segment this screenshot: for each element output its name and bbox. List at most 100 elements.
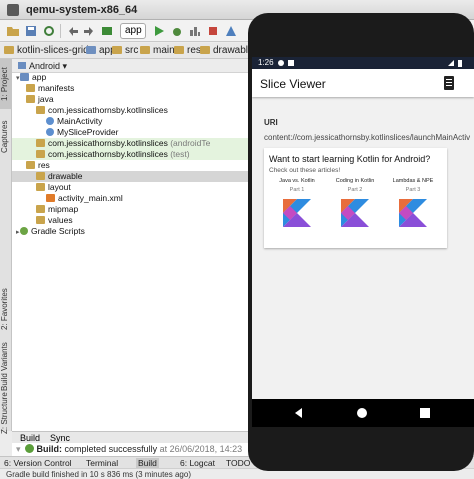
tab-structure[interactable]: Z: Structure — [0, 392, 12, 434]
grid-cell-3[interactable]: Lambdas & NPE Part 3 — [388, 178, 438, 232]
tab-project[interactable]: 1: Project — [0, 59, 12, 109]
run-icon[interactable] — [152, 24, 166, 38]
grid-cell-2[interactable]: Coding in Kotlin Part 2 — [330, 178, 380, 232]
run-configuration-select[interactable]: app — [120, 23, 146, 39]
tree-item-layout[interactable]: ▾layout — [12, 182, 262, 193]
tree-item-gradle-scripts[interactable]: ▸ Gradle Scripts — [12, 226, 262, 237]
recents-icon[interactable] — [420, 408, 430, 418]
tab-build-variants[interactable]: Build Variants — [0, 339, 12, 394]
class-icon — [46, 128, 54, 136]
tree-item-mipmap[interactable]: ▸mipmap — [12, 204, 262, 215]
make-project-icon[interactable] — [100, 24, 114, 38]
battery-icon — [458, 60, 462, 67]
status-text: Gradle build finished in 10 s 836 ms (3 … — [6, 470, 191, 479]
folder-icon — [200, 46, 210, 54]
folder-icon — [140, 46, 150, 54]
qemu-app-icon — [7, 4, 19, 16]
class-icon — [46, 117, 54, 125]
android-nav-bar — [252, 399, 474, 427]
breadcrumb-item-project[interactable]: kotlin-slices-grid — [4, 45, 89, 56]
tab-captures[interactable]: Captures — [0, 114, 12, 159]
uri-label: URI — [264, 118, 278, 127]
tree-item-values[interactable]: ▸values — [12, 215, 262, 226]
folder-icon — [26, 84, 35, 92]
tool-version-control[interactable]: 6: Version Control — [4, 458, 72, 468]
success-check-icon — [24, 444, 34, 453]
tab-favorites[interactable]: 2: Favorites — [0, 284, 12, 334]
folder-icon — [36, 172, 45, 180]
emulator-screen[interactable]: 1:26 Slice Viewer URI content://com.jess… — [252, 57, 474, 427]
profile-icon[interactable] — [188, 24, 202, 38]
folder-icon — [26, 95, 35, 103]
cell-part: Part 2 — [347, 187, 363, 193]
tree-item-package-test[interactable]: ▸com.jessicathornsby.kotlinslices (test) — [12, 149, 262, 160]
folder-icon — [26, 161, 35, 169]
sync-icon[interactable] — [42, 24, 56, 38]
breadcrumb-item-src[interactable]: src — [112, 45, 138, 56]
tool-todo[interactable]: TODO — [226, 458, 250, 468]
tool-terminal[interactable]: Terminal — [86, 458, 118, 468]
tree-item-package-main[interactable]: ▾com.jessicathornsby.kotlinslices — [12, 105, 262, 116]
signal-icon — [448, 60, 454, 66]
android-icon — [18, 62, 26, 69]
gradle-icon — [20, 227, 28, 235]
app-bar: Slice Viewer — [252, 69, 474, 97]
left-tool-strip: 1: Project Captures 2: Favorites Build V… — [0, 59, 12, 434]
sdk-manager-icon[interactable] — [224, 24, 238, 38]
slice-menu-icon[interactable] — [444, 76, 454, 90]
module-icon — [20, 73, 29, 81]
window-title: qemu-system-x86_64 — [26, 4, 138, 16]
project-panel: Android ▾ ▾app ▸manifests ▾java ▾com.jes… — [12, 59, 262, 431]
redo-icon[interactable] — [82, 24, 96, 38]
stop-icon[interactable] — [206, 24, 220, 38]
tree-item-activity-main-xml[interactable]: activity_main.xml — [12, 193, 262, 204]
debug-icon[interactable] — [170, 24, 184, 38]
tool-build[interactable]: Build — [136, 458, 159, 468]
xml-file-icon — [46, 194, 55, 202]
tree-item-java[interactable]: ▾java — [12, 94, 262, 105]
uri-value: content://com.jessicathornsby.kotlinslic… — [264, 133, 470, 142]
tab-build[interactable]: Build — [20, 433, 40, 443]
slice-subheading: Check out these articles! — [269, 167, 341, 174]
project-view-select[interactable]: Android ▾ — [18, 61, 67, 72]
folder-icon — [36, 183, 45, 191]
tree-item-main-activity[interactable]: MainActivity — [12, 116, 262, 127]
breadcrumb-item-main[interactable]: main — [140, 45, 175, 56]
slice-card[interactable]: Want to start learning Kotlin for Androi… — [264, 148, 447, 248]
tab-sync[interactable]: Sync — [50, 433, 70, 443]
package-icon — [36, 106, 45, 114]
folder-icon — [36, 216, 45, 224]
breadcrumb-item-res[interactable]: res — [174, 45, 201, 56]
slice-heading: Want to start learning Kotlin for Androi… — [269, 154, 431, 164]
folder-icon — [174, 46, 184, 54]
save-icon[interactable] — [24, 24, 38, 38]
folder-icon — [36, 205, 45, 213]
home-icon[interactable] — [357, 408, 367, 418]
package-icon — [36, 139, 45, 147]
module-icon — [86, 46, 96, 54]
grid-cell-1[interactable]: Java vs. Kotlin Part 1 — [272, 178, 322, 232]
tree-item-slice-provider[interactable]: MySliceProvider — [12, 127, 262, 138]
cell-title: Java vs. Kotlin — [279, 178, 315, 184]
package-icon — [36, 150, 45, 158]
android-status-bar: 1:26 — [252, 57, 474, 69]
tree-item-app[interactable]: ▾ app — [12, 72, 262, 83]
kotlin-logo-icon — [399, 199, 427, 227]
collapse-arrow-icon: ▾ — [16, 444, 21, 454]
undo-icon[interactable] — [66, 24, 80, 38]
tree-item-package-androidtest[interactable]: ▸com.jessicathornsby.kotlinslices (andro… — [12, 138, 262, 149]
folder-icon — [112, 46, 122, 54]
open-folder-icon[interactable] — [6, 24, 20, 38]
app-title: Slice Viewer — [260, 77, 326, 91]
cell-title: Coding in Kotlin — [335, 178, 375, 184]
settings-icon — [278, 60, 284, 66]
tool-logcat[interactable]: 6: Logcat — [180, 458, 215, 468]
back-icon[interactable] — [295, 408, 302, 418]
tree-item-manifests[interactable]: ▸manifests — [12, 83, 262, 94]
cell-part: Part 3 — [405, 187, 421, 193]
tree-item-res[interactable]: ▾res — [12, 160, 262, 171]
tree-item-drawable[interactable]: ▸drawable — [12, 171, 262, 182]
breadcrumb-item-drawable[interactable]: drawable — [200, 45, 254, 56]
cell-title: Lambdas & NPE — [392, 178, 434, 184]
cell-part: Part 1 — [289, 187, 305, 193]
